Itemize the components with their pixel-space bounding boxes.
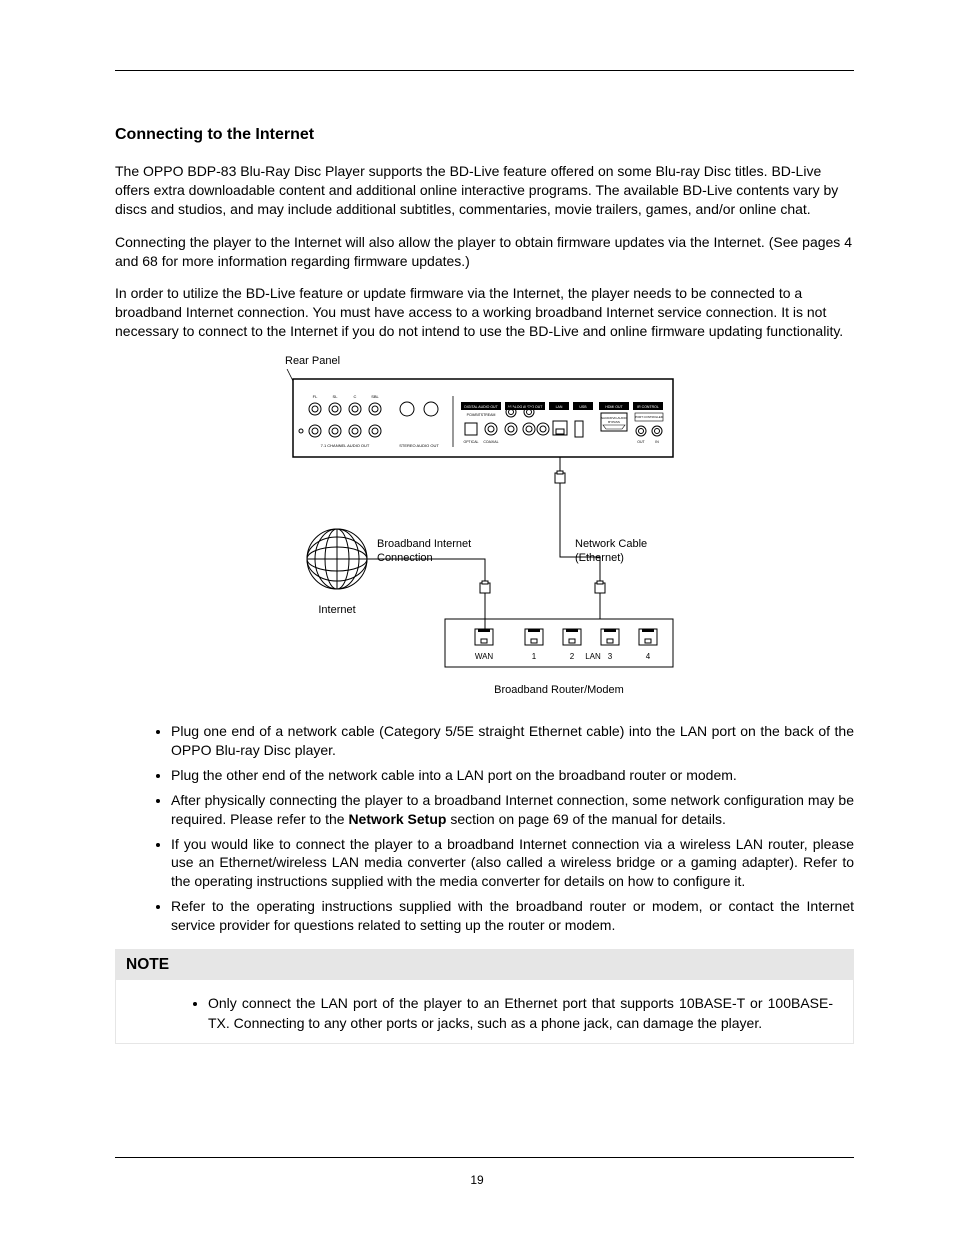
note-body: Only connect the LAN port of the player … (116, 980, 853, 1043)
svg-text:3: 3 (608, 652, 613, 661)
svg-text:BYPASS: BYPASS (608, 420, 620, 424)
router-label: Broadband Router/Modem (494, 684, 624, 696)
svg-text:4: 4 (646, 652, 651, 661)
intro-paragraph-3: In order to utilize the BD-Live feature … (115, 284, 854, 341)
svg-text:OPTICAL: OPTICAL (464, 440, 479, 444)
globe-icon (307, 529, 367, 589)
svg-text:SL: SL (333, 394, 339, 399)
svg-text:LAN: LAN (556, 405, 563, 409)
rear-panel-label: Rear Panel (285, 355, 854, 367)
intro-paragraph-1: The OPPO BDP-83 Blu-Ray Disc Player supp… (115, 162, 854, 219)
svg-text:C: C (354, 394, 357, 399)
svg-text:FL: FL (313, 394, 318, 399)
broadband-label-l2: Connection (377, 552, 433, 564)
svg-text:STEREO AUDIO OUT: STEREO AUDIO OUT (399, 443, 439, 448)
section-title: Connecting to the Internet (115, 126, 854, 144)
svg-text:OUT: OUT (637, 440, 645, 444)
svg-text:IN: IN (655, 440, 659, 444)
bottom-divider (115, 1157, 854, 1158)
instruction-list: Plug one end of a network cable (Categor… (143, 722, 854, 935)
svg-text:DIGITAL AUDIO OUT: DIGITAL AUDIO OUT (464, 405, 498, 409)
instruction-item: Plug one end of a network cable (Categor… (171, 722, 854, 760)
svg-text:PCM/BITSTREAM: PCM/BITSTREAM (467, 413, 496, 417)
svg-text:HDMI OUT: HDMI OUT (605, 405, 623, 409)
wan-label: WAN (475, 652, 494, 661)
instruction-item: After physically connecting the player t… (171, 791, 854, 829)
svg-text:IR CONTROL: IR CONTROL (637, 405, 659, 409)
svg-text:7.1 CHANNEL AUDIO OUT: 7.1 CHANNEL AUDIO OUT (321, 443, 370, 448)
internet-label: Internet (318, 604, 355, 616)
instruction-item: If you would like to connect the player … (171, 835, 854, 892)
instruction-item: Plug the other end of the network cable … (171, 766, 854, 785)
svg-text:PORT CONTROLLED: PORT CONTROLLED (635, 415, 663, 419)
broadband-label-l1: Broadband Internet (377, 538, 471, 550)
svg-text:SBL: SBL (371, 394, 379, 399)
document-page: Connecting to the Internet The OPPO BDP-… (0, 0, 954, 1235)
note-item: Only connect the LAN port of the player … (208, 994, 833, 1033)
page-number: 19 (0, 1173, 954, 1187)
network-cable-label-l2: (Ethernet) (575, 552, 624, 564)
svg-text:USB: USB (579, 405, 587, 409)
svg-text:COAXIAL: COAXIAL (483, 440, 498, 444)
diagram-svg: 7.1 CHANNEL AUDIO OUT FL SL C SBL STEREO… (115, 369, 855, 709)
connection-diagram: Rear Panel 7.1 CHANNEL AUDIO OUT FL SL C… (115, 355, 854, 712)
network-setup-reference: Network Setup (348, 811, 446, 827)
note-box: NOTE Only connect the LAN port of the pl… (115, 949, 854, 1044)
svg-text:LAN: LAN (585, 652, 601, 661)
instruction-item: Refer to the operating instructions supp… (171, 897, 854, 935)
svg-text:2: 2 (570, 652, 575, 661)
svg-text:1: 1 (532, 652, 537, 661)
note-heading: NOTE (116, 950, 853, 980)
top-divider (115, 70, 854, 71)
network-cable-label-l1: Network Cable (575, 538, 647, 550)
intro-paragraph-2: Connecting the player to the Internet wi… (115, 233, 854, 271)
